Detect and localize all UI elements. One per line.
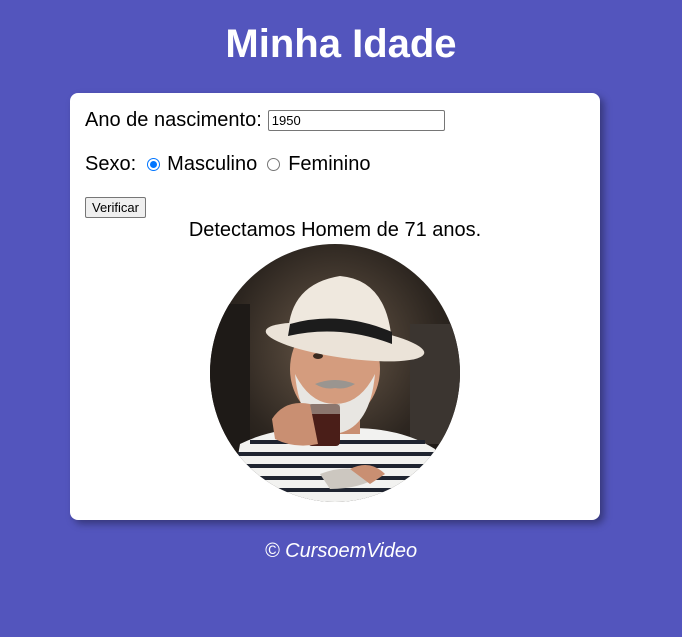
page-footer: © CursoemVideo: [264, 540, 418, 562]
radio-feminino-label[interactable]: Feminino: [288, 152, 370, 176]
year-label: Ano de nascimento:: [85, 109, 262, 131]
page-title: Minha Idade: [225, 22, 457, 66]
form-card: Ano de nascimento: Sexo: Masculino Femin…: [70, 93, 600, 520]
result-photo: [210, 244, 460, 502]
radio-masculino[interactable]: [147, 157, 161, 171]
photo-container: [85, 244, 585, 502]
year-row: Ano de nascimento:: [85, 108, 585, 132]
button-row: Verificar: [85, 197, 585, 218]
verify-button[interactable]: Verificar: [85, 197, 146, 218]
sex-label: Sexo:: [85, 153, 137, 175]
result-message: Detectamos Homem de 71 anos.: [188, 219, 482, 241]
radio-feminino[interactable]: [267, 157, 281, 171]
radio-masculino-label[interactable]: Masculino: [167, 152, 257, 176]
page-header: Minha Idade: [0, 0, 682, 73]
sex-row: Sexo: Masculino Feminino: [85, 152, 585, 176]
year-input[interactable]: [267, 109, 445, 131]
